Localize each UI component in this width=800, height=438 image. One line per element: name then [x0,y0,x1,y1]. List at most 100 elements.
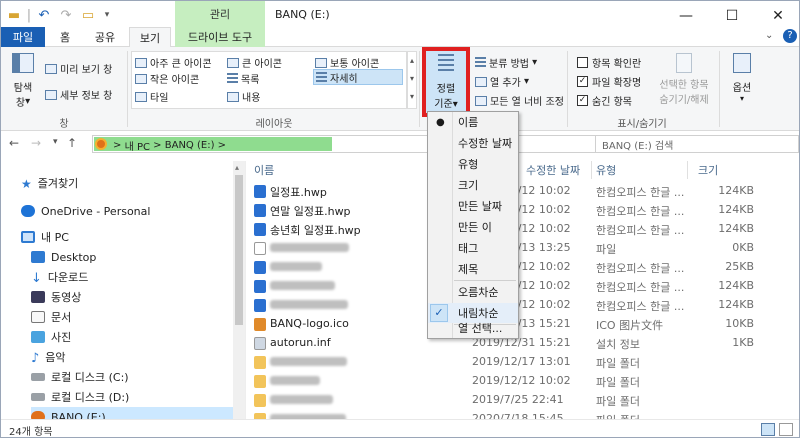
ribbon: 탐색 창 ▾ 미리 보기 창 세부 정보 창 창 아주 큰 아이콘 큰 아이콘 보… [1,47,799,131]
nav-item-downloads[interactable]: ↓ 다운로드 [31,267,88,287]
table-row[interactable]: 2019/12/12 10:02 파일 폴더 [246,371,799,391]
hidden-items-checkbox[interactable]: ✓ [577,95,588,106]
hwp-icon [254,204,266,217]
file-size: 25KB [725,260,754,273]
dropdown-icon[interactable]: ▾ [101,6,113,24]
up-icon[interactable]: ↑ [67,136,77,150]
layout-large[interactable]: 큰 아이콘 [227,55,282,70]
thumbnail-view-icon[interactable] [779,423,793,436]
nav-item-favorites[interactable]: ★ 즐겨찾기 [21,173,78,193]
table-row[interactable]: autorun.inf 2019/12/31 15:21 설치 정보 1KB [246,333,799,353]
breadcrumb-drive[interactable]: BANQ (E:) [165,140,215,151]
details-pane-button[interactable]: 세부 정보 창 [45,87,112,102]
hidden-items-toggle[interactable]: ✓ 숨긴 항목 [577,93,632,108]
gallery-scroll[interactable]: ▴ ▾ ▾ [407,51,417,109]
table-row[interactable]: 2019/7/25 22:41 파일 폴더 [246,390,799,410]
file-name: 일정표.hwp [270,186,327,199]
nav-item-this-pc[interactable]: 내 PC [21,227,69,247]
table-row[interactable]: 일정표.hwp 2019/12/12 10:02 한컴오피스 한글 ... 124KB [246,181,799,201]
table-row[interactable]: 2019/12/12 10:02 한컴오피스 한글 ... 124KB [246,295,799,315]
address-bar[interactable]: > 내 PC > BANQ (E:) > ▾ ↻ [92,135,671,153]
table-row[interactable]: 2019/12/12 10:02 한컴오피스 한글 ... 124KB [246,276,799,296]
layout-list[interactable]: 목록 [227,71,259,86]
size-all-columns-button[interactable]: 모든 열 너비 조정 [475,93,564,108]
layout-medium[interactable]: 보통 아이콘 [315,55,379,70]
sort-ascending[interactable]: 오름차순 [428,282,518,302]
table-row[interactable]: 2019/12/17 13:01 파일 폴더 [246,352,799,372]
layout-small[interactable]: 작은 아이콘 [135,71,199,86]
column-header-type[interactable]: 유형 [592,161,688,179]
add-columns-button[interactable]: 열 추가 ▾ [475,74,529,89]
nav-item-desktop[interactable]: Desktop [31,247,96,267]
navigation-pane-button[interactable]: 탐색 창 ▾ [9,53,37,109]
nav-item-disk-c[interactable]: 로컬 디스크 (C:) [31,367,129,387]
tab-file[interactable]: 파일 [1,27,45,47]
table-row[interactable]: 2019/12/13 13:25 파일 0KB [246,238,799,258]
collapse-ribbon-icon[interactable]: ⌄ [765,30,773,41]
tab-drive-tools[interactable]: 드라이브 도구 [175,27,265,47]
sort-menu-item[interactable]: 만든 날짜 [428,196,518,216]
sort-menu-item[interactable]: 크기 [428,175,518,195]
back-icon[interactable]: ← [9,136,19,150]
sort-menu-item[interactable]: 유형 [428,154,518,174]
new-folder-icon[interactable]: ▭ [79,6,97,24]
sort-menu-item[interactable]: 수정한 날짜 [428,133,518,153]
menu-separator [454,280,516,281]
table-row[interactable]: 2019/12/12 10:02 한컴오피스 한글 ... 25KB [246,257,799,277]
search-input[interactable]: BANQ (E:) 검색 [595,135,799,153]
layout-tiles[interactable]: 타일 [135,89,168,104]
file-list: 이름 수정한 날짜 유형 크기 일정표.hwp 2019/12/12 10:02 한… [245,161,799,427]
nav-item-disk-d[interactable]: 로컬 디스크 (D:) [31,387,129,407]
help-icon[interactable]: ? [783,29,797,43]
preview-pane-button[interactable]: 미리 보기 창 [45,61,112,76]
file-type: 한컴오피스 한글 ... [596,205,685,218]
layout-content[interactable]: 내용 [227,89,260,104]
table-row[interactable]: BANQ-logo.ico 2019/12/13 15:21 ICO 图片文件 10K… [246,314,799,334]
file-extensions-toggle[interactable]: ✓ 파일 확장명 [577,74,641,89]
breadcrumb-pc[interactable]: 내 PC [125,138,150,153]
details-view-icon[interactable] [761,423,775,436]
file-extensions-checkbox[interactable]: ✓ [577,76,588,87]
nav-item-music[interactable]: ♪ 음악 [31,347,66,367]
item-checkboxes-toggle[interactable]: 항목 확인란 [577,55,641,70]
options-dropdown-icon: ▾ [739,94,744,103]
sort-menu-item[interactable]: 태그 [428,238,518,258]
breadcrumb-sep: > [113,140,122,151]
forward-icon[interactable]: → [31,136,41,150]
layout-details[interactable]: 자세히 [313,69,403,85]
nav-item-pictures[interactable]: 사진 [31,327,71,347]
choose-columns[interactable]: 열 선택... [428,318,518,338]
options-button[interactable]: 옵션 ▾ [725,53,759,109]
sort-menu-item[interactable]: 제목 [428,259,518,279]
table-row[interactable]: 송년회 일정표.hwp 2019/12/12 10:02 한컴오피스 한글 ... 1… [246,219,799,239]
sort-by-button[interactable]: 정렬 기준▾ [422,47,470,117]
item-checkboxes-checkbox[interactable] [577,57,588,68]
hide-selected-button[interactable]: 선택한 항목 숨기기/해제 [651,51,717,111]
nav-item-documents[interactable]: 문서 [31,307,71,327]
sort-menu-item[interactable]: 만든 이 [428,217,518,237]
file-size: 10KB [725,317,754,330]
group-by-button[interactable]: 분류 방법 ▾ [475,55,537,70]
context-tab-manage[interactable]: 관리 [175,1,265,27]
column-header-size[interactable]: 크기 [694,161,760,179]
blurred-name [270,395,333,404]
nav-scroll-thumb[interactable] [235,175,243,325]
nav-scrollbar[interactable]: ▴ [233,161,245,419]
scroll-up-icon[interactable]: ▴ [235,163,239,172]
recent-dropdown-icon[interactable]: ▾ [53,137,58,147]
tab-view[interactable]: 보기 [129,27,171,48]
group-by-icon [475,57,486,68]
table-row[interactable]: 연말 일정표.hwp 2019/12/12 10:02 한컴오피스 한글 ... 12… [246,200,799,220]
nav-item-onedrive[interactable]: OneDrive - Personal [21,201,150,221]
nav-item-videos[interactable]: 동영상 [31,287,81,307]
sort-menu-item[interactable]: ● 이름 [428,112,518,132]
tab-home[interactable]: 홈 [49,27,81,47]
undo-icon[interactable]: ↶ [35,6,53,24]
tab-share[interactable]: 공유 [85,27,125,47]
layout-extra-large[interactable]: 아주 큰 아이콘 [135,55,212,70]
blurred-name [270,300,348,309]
star-icon: ★ [21,177,32,191]
redo-icon[interactable]: ↷ [57,6,75,24]
column-header-date[interactable]: 수정한 날짜 [522,161,592,179]
ico-icon [254,318,266,331]
